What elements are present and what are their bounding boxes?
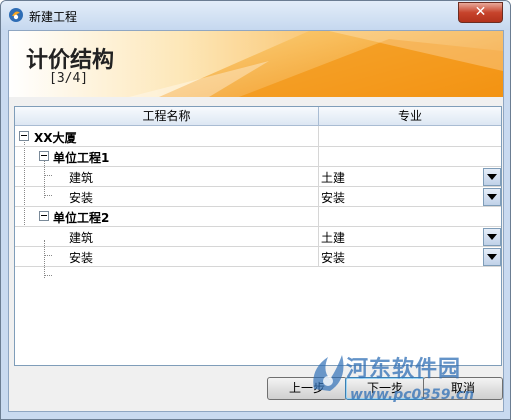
unit-project-name: 单位工程2 — [53, 211, 110, 225]
window-title: 新建工程 — [29, 10, 78, 24]
specialty-value: 安装 — [321, 251, 346, 265]
specialty-cell[interactable] — [319, 126, 501, 146]
watermark: 河东软件园 www.pc0359.cn — [306, 343, 501, 409]
project-name: XX大厦 — [34, 131, 77, 145]
specialty-value: 安装 — [321, 191, 346, 205]
name-cell[interactable]: 安装 — [15, 186, 319, 206]
table-row[interactable]: 安装 安装 — [15, 246, 501, 267]
specialty-select[interactable]: 土建 — [319, 226, 501, 246]
name-cell[interactable]: 建筑 — [15, 166, 319, 186]
app-icon — [9, 8, 23, 22]
collapse-icon[interactable] — [39, 151, 49, 161]
name-cell[interactable]: XX大厦 — [15, 126, 319, 146]
banner-title: 计价结构 — [26, 48, 115, 73]
table-row[interactable]: 建筑 土建 — [15, 226, 501, 247]
watermark-url: www.pc0359.cn — [350, 387, 475, 403]
column-header-specialty[interactable]: 专业 — [319, 107, 501, 126]
banner: 计价结构 [3/4] — [9, 31, 503, 97]
specialty-select[interactable]: 安装 — [319, 186, 501, 206]
unit-project-name: 单位工程1 — [53, 151, 110, 165]
collapse-icon[interactable] — [19, 131, 29, 141]
table-row[interactable]: 单位工程2 — [15, 206, 501, 227]
item-name: 建筑 — [69, 231, 94, 245]
item-name: 安装 — [69, 191, 94, 205]
specialty-cell[interactable] — [319, 146, 501, 166]
table-row[interactable]: XX大厦 — [15, 126, 501, 147]
structure-grid[interactable]: 工程名称 专业 XX大厦 单位工程1 建筑 土建 安装 安装 单位工程2 建筑 … — [14, 106, 502, 366]
title-bar[interactable]: 新建工程 ✕ — [1, 1, 510, 30]
column-header-name[interactable]: 工程名称 — [15, 107, 319, 126]
name-cell[interactable]: 安装 — [15, 246, 319, 266]
close-button[interactable]: ✕ — [458, 2, 503, 23]
item-name: 建筑 — [69, 171, 94, 185]
collapse-icon[interactable] — [39, 211, 49, 221]
chevron-down-icon[interactable] — [483, 168, 501, 186]
specialty-cell[interactable] — [319, 206, 501, 226]
table-row[interactable]: 单位工程1 — [15, 146, 501, 167]
step-indicator: [3/4] — [49, 71, 89, 86]
dialog-window: 新建工程 ✕ 计价结构 [3/4] 工程名称 专业 XX大厦 单位工程1 建筑 … — [0, 0, 511, 420]
specialty-select[interactable]: 安装 — [319, 246, 501, 266]
table-row[interactable]: 建筑 土建 — [15, 166, 501, 187]
tree-line — [44, 275, 52, 276]
specialty-value: 土建 — [321, 171, 346, 185]
watermark-text: 河东软件园 — [346, 357, 462, 382]
specialty-value: 土建 — [321, 231, 346, 245]
name-cell[interactable]: 建筑 — [15, 226, 319, 246]
chevron-down-icon[interactable] — [483, 188, 501, 206]
chevron-down-icon[interactable] — [483, 228, 501, 246]
name-cell[interactable]: 单位工程1 — [15, 146, 319, 166]
specialty-select[interactable]: 土建 — [319, 166, 501, 186]
item-name: 安装 — [69, 251, 94, 265]
watermark-logo-icon — [313, 355, 344, 391]
chevron-down-icon[interactable] — [483, 248, 501, 266]
name-cell[interactable]: 单位工程2 — [15, 206, 319, 226]
table-row[interactable]: 安装 安装 — [15, 186, 501, 207]
